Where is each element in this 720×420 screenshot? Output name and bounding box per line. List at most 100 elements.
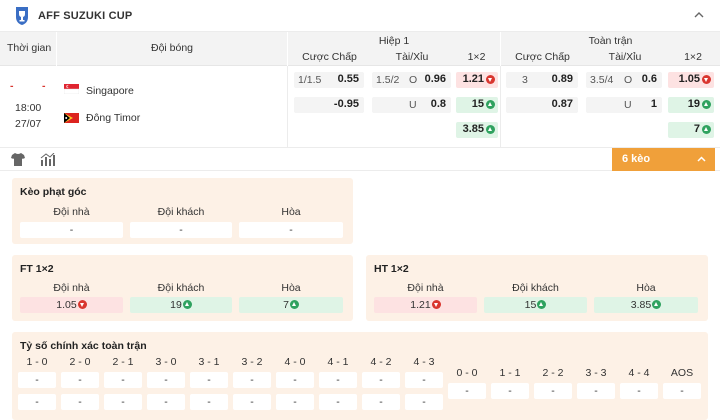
- ht12-home-label: Đội nhà: [407, 282, 444, 294]
- score-label: AOS: [670, 367, 694, 379]
- corner-home-odds[interactable]: -: [20, 222, 123, 238]
- ft-handicap-home-odds[interactable]: 3 0.89: [506, 72, 578, 88]
- score-odds-cell[interactable]: -: [18, 394, 56, 410]
- h1-under-odds[interactable]: U 0.8: [372, 97, 451, 113]
- score-odds-cell[interactable]: -: [620, 383, 658, 399]
- ft12-away-odds[interactable]: 19: [130, 297, 232, 313]
- h1-over-odds[interactable]: 1.5/2 O 0.96: [372, 72, 451, 88]
- arrow-up-icon: [702, 125, 711, 134]
- score-label: 2 - 1: [112, 356, 134, 368]
- score-odds-cell[interactable]: -: [190, 372, 228, 388]
- ft-under-value: 1: [650, 98, 657, 110]
- score-label: 4 - 4: [628, 367, 650, 379]
- h1-1x2-away-odds[interactable]: 15: [456, 97, 498, 113]
- ht12-draw-odds[interactable]: 3.85: [594, 297, 698, 313]
- arrow-up-icon: [652, 300, 662, 309]
- score-label: 3 - 2: [241, 356, 263, 368]
- score-odds-cell[interactable]: -: [276, 372, 314, 388]
- league-header[interactable]: AFF SUZUKI CUP: [0, 0, 720, 32]
- score-odds-cell[interactable]: -: [577, 383, 615, 399]
- arrow-up-icon: [486, 100, 495, 109]
- ft-ou-line: 3.5/4: [590, 74, 614, 86]
- ft-1x2-home-odds[interactable]: 1.05: [668, 72, 714, 88]
- correct-score-title: Tỷ số chính xác toàn trận: [20, 340, 147, 352]
- stats-chart-icon[interactable]: [40, 153, 55, 166]
- score-odds-cell[interactable]: -: [61, 394, 99, 410]
- ht12-away-value: 15: [524, 299, 537, 311]
- ft12-away-value: 19: [170, 299, 182, 311]
- chevron-up-icon[interactable]: [692, 8, 706, 22]
- corner-kick-title: Kèo phạt góc: [20, 186, 87, 198]
- column-divider: [500, 66, 501, 147]
- h1-handicap-line: 1/1.5: [298, 74, 322, 86]
- score-odds-cell[interactable]: -: [104, 394, 142, 410]
- score-label: 4 - 0: [284, 356, 306, 368]
- h1-over-label: O: [409, 74, 418, 86]
- ft-overunder-header: Tài/Xỉu: [608, 51, 642, 63]
- ft-over-odds[interactable]: 3.5/4 O 0.6: [586, 72, 662, 88]
- score-odds-cell[interactable]: -: [663, 383, 701, 399]
- chevron-up-icon: [697, 156, 706, 162]
- score-label: 4 - 3: [413, 356, 435, 368]
- match-row[interactable]: - - 18:00 27/07 Singapore Đông Timor 1/1…: [0, 66, 720, 147]
- away-team-name[interactable]: Đông Timor: [86, 112, 140, 124]
- ft12-home-odds[interactable]: 1.05: [20, 297, 123, 313]
- ft-1x2-away-odds[interactable]: 19: [668, 97, 714, 113]
- time-column-header: Thời gian: [0, 32, 56, 66]
- ft-1x2-draw-value: 7: [693, 123, 700, 135]
- score-odds-cell[interactable]: -: [233, 394, 271, 410]
- ft-1x2-draw-odds[interactable]: 7: [668, 122, 714, 138]
- ft12-draw-odds[interactable]: 7: [239, 297, 343, 313]
- score-odds-cell[interactable]: -: [18, 372, 56, 388]
- score-label: 3 - 3: [585, 367, 607, 379]
- ht12-away-odds[interactable]: 15: [484, 297, 587, 313]
- score-odds-cell[interactable]: -: [319, 394, 357, 410]
- h1-under-value: 0.8: [430, 98, 446, 110]
- ft-handicap-away-odds[interactable]: 0.87: [506, 97, 578, 113]
- score-odds-cell[interactable]: -: [534, 383, 572, 399]
- score-odds-cell[interactable]: -: [448, 383, 486, 399]
- ft-handicap-header: Cược Chấp: [515, 51, 570, 63]
- score-odds-cell[interactable]: -: [147, 372, 185, 388]
- home-score: -: [10, 80, 14, 92]
- h1-1x2-draw-odds[interactable]: 3.85: [456, 122, 498, 138]
- home-team-name[interactable]: Singapore: [86, 85, 134, 97]
- score-label: 0 - 0: [456, 367, 478, 379]
- score-odds-cell[interactable]: -: [319, 372, 357, 388]
- h1-handicap-away-odds[interactable]: -0.95: [294, 97, 364, 113]
- corner-kick-panel: Kèo phạt góc Đội nhà Đội khách Hòa - - -: [12, 178, 353, 244]
- score-label: 1 - 0: [26, 356, 48, 368]
- ht12-home-value: 1.21: [410, 299, 431, 311]
- ft12-draw-value: 7: [283, 299, 289, 311]
- match-tools-bar: 6 kèo: [0, 147, 720, 171]
- score-odds-cell[interactable]: -: [147, 394, 185, 410]
- ht-1x2-panel: HT 1×2 Đội nhà Đội khách Hòa 1.21 15 3.8…: [366, 255, 708, 321]
- score-odds-cell[interactable]: -: [362, 394, 400, 410]
- h1-handicap-home-odds[interactable]: 1/1.5 0.55: [294, 72, 364, 88]
- timor-leste-flag-icon: [64, 113, 79, 123]
- score-odds-cell[interactable]: -: [190, 394, 228, 410]
- score-odds-cell[interactable]: -: [233, 372, 271, 388]
- teams-column-header: Đội bóng: [57, 32, 287, 66]
- corner-draw-odds[interactable]: -: [239, 222, 343, 238]
- corner-away-odds[interactable]: -: [130, 222, 232, 238]
- score-odds-cell[interactable]: -: [276, 394, 314, 410]
- h1-1x2-home-odds[interactable]: 1.21: [456, 72, 498, 88]
- score-odds-cell[interactable]: -: [405, 394, 443, 410]
- h1-1x2-away-value: 15: [471, 98, 484, 110]
- more-bets-button[interactable]: 6 kèo: [612, 148, 715, 171]
- h1-under-label: U: [409, 99, 417, 111]
- h1-handicap-away-value: -0.95: [333, 98, 359, 110]
- score-odds-cell[interactable]: -: [405, 372, 443, 388]
- score-odds-cell[interactable]: -: [491, 383, 529, 399]
- ft-under-odds[interactable]: U 1: [586, 97, 662, 113]
- shirt-icon[interactable]: [11, 153, 25, 166]
- score-odds-cell[interactable]: -: [362, 372, 400, 388]
- corner-home-label: Đội nhà: [53, 206, 90, 218]
- ht12-home-odds[interactable]: 1.21: [374, 297, 477, 313]
- league-title: AFF SUZUKI CUP: [38, 9, 133, 22]
- score-odds-cell[interactable]: -: [61, 372, 99, 388]
- score-odds-cell[interactable]: -: [104, 372, 142, 388]
- ft-handicap-away-value: 0.87: [551, 98, 573, 110]
- ft-1x2-panel: FT 1×2 Đội nhà Đội khách Hòa 1.05 19 7: [12, 255, 353, 321]
